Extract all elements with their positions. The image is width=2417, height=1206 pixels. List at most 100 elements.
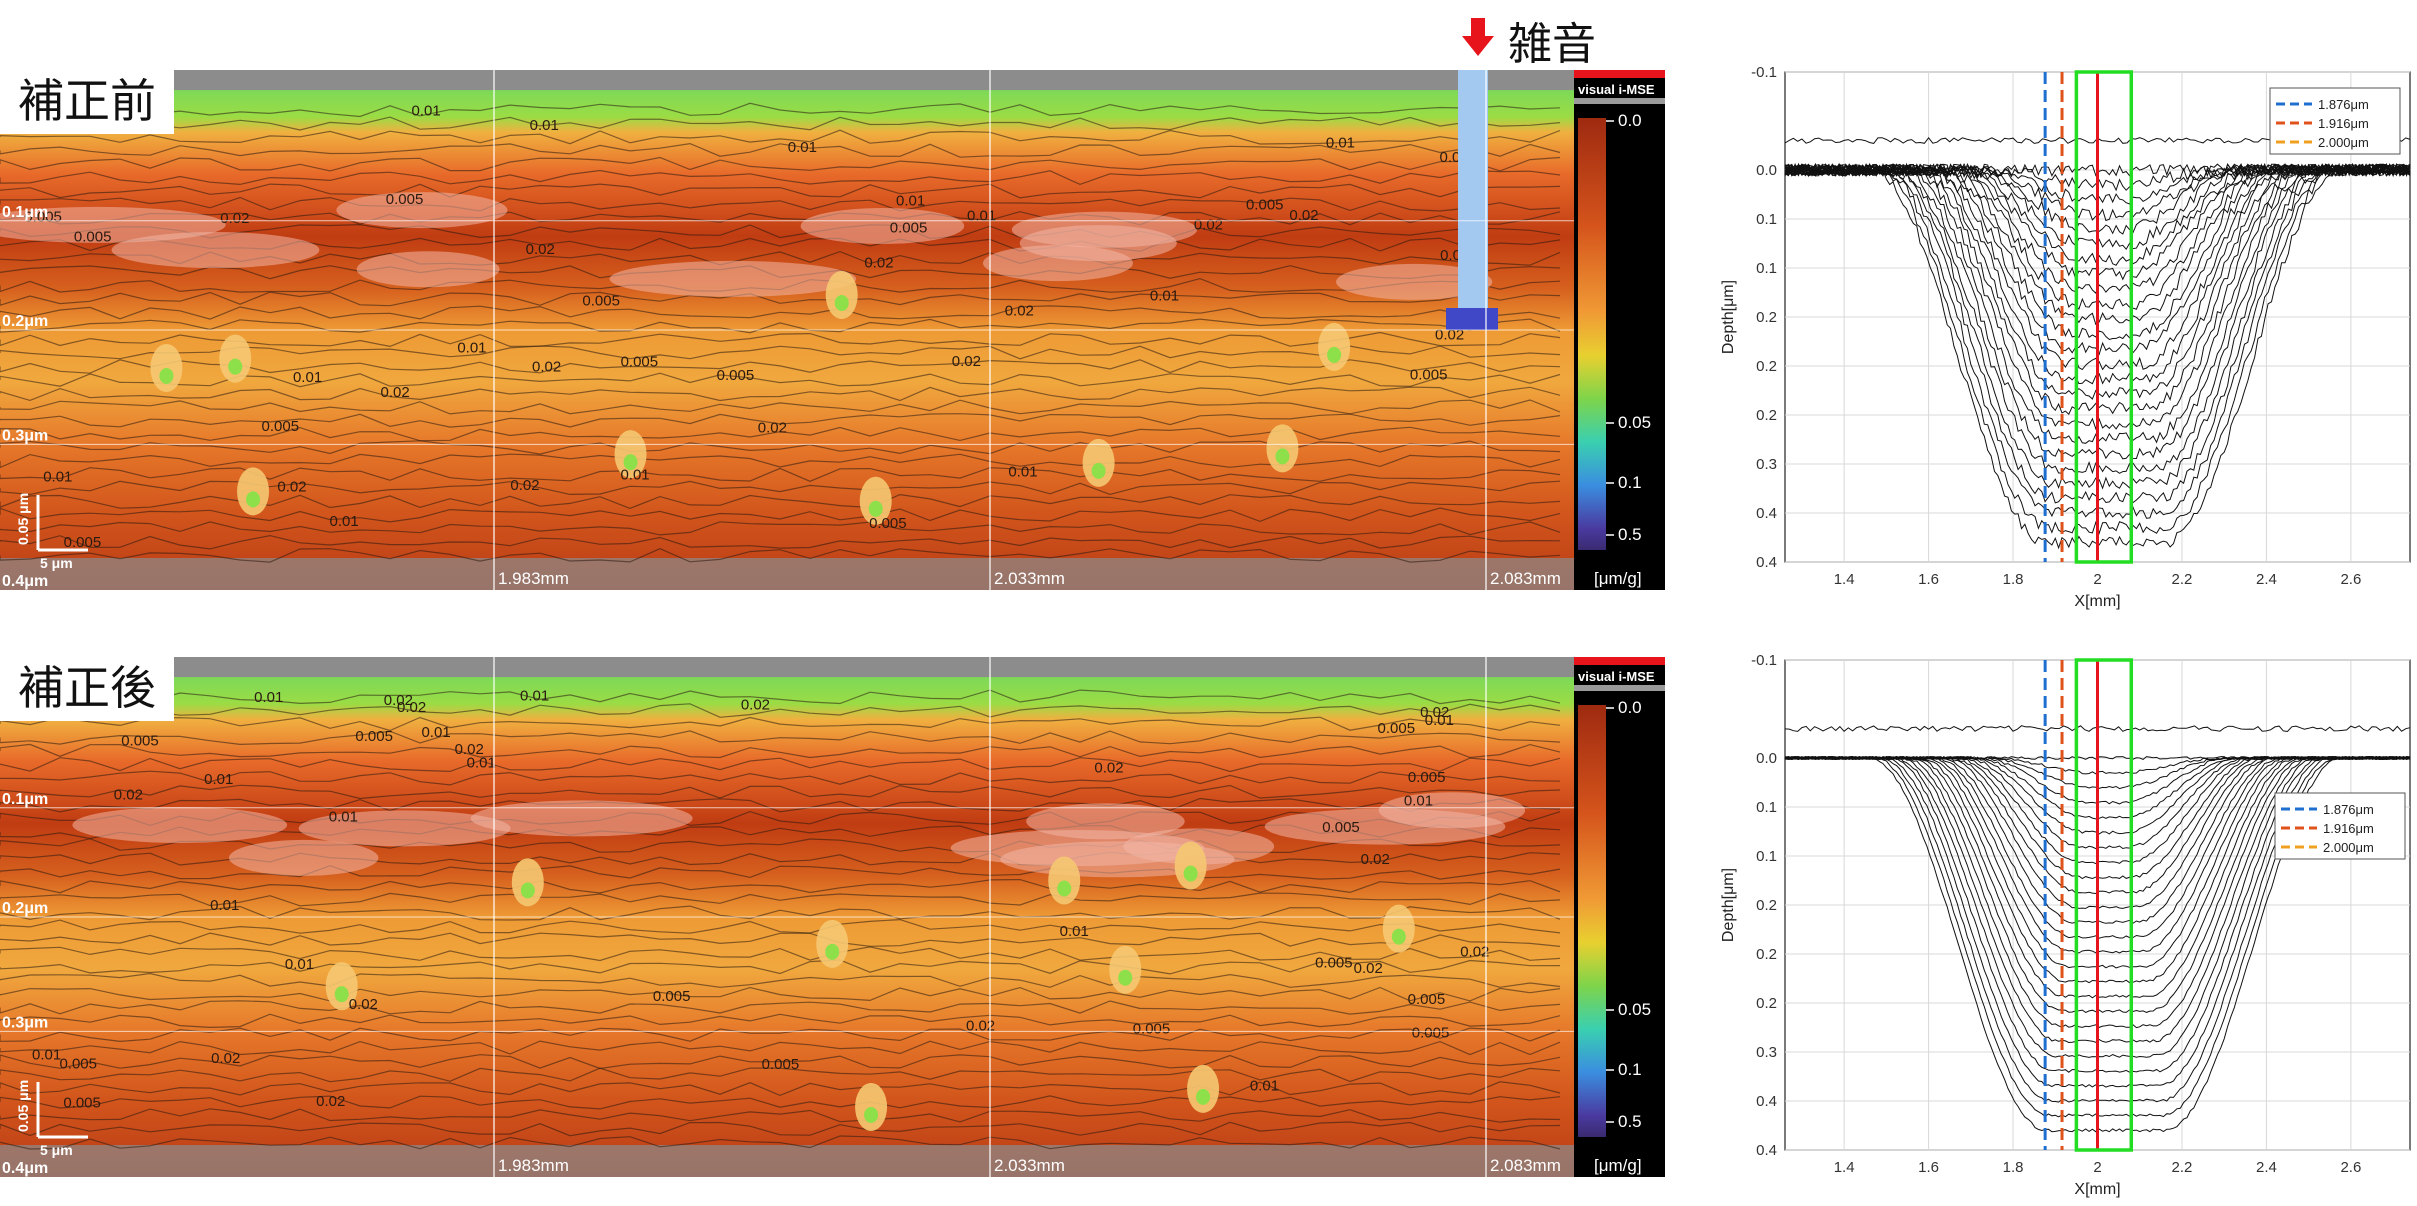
noise-spike-base	[1446, 308, 1498, 330]
y-tick-label: 0.4	[1756, 554, 1777, 571]
x-axis-label: X[mm]	[2074, 1181, 2120, 1198]
x-axis-label: X[mm]	[2074, 593, 2120, 610]
contour-value-label: 0.01	[1425, 712, 1454, 729]
colorbar-gradient	[1578, 705, 1606, 1137]
contour-value-label: 0.01	[254, 689, 283, 706]
feature-spot-core	[334, 986, 349, 1003]
depth-map: 0.02 0.01 0.005 0.02 0.01 0.005 0.02 0.01 0.005 0…	[0, 70, 1574, 590]
legend-entry: 1.876μm	[2318, 97, 2369, 112]
contour-value-label: 0.02	[758, 420, 787, 437]
scale-label-vertical: 0.05 μm	[15, 493, 31, 545]
colorbar-graphic: visual i-MSE 0.0 0.05 0.1 0.5 [μm/g]	[1574, 70, 1665, 588]
legend-entry: 1.916μm	[2318, 116, 2369, 131]
contour-value-label: 0.01	[1404, 792, 1433, 809]
x-tick-label: 2.2	[2172, 1159, 2193, 1176]
x-tick-label: 2.2	[2172, 571, 2193, 588]
contour-value-label: 0.02	[381, 384, 410, 401]
colorbar-graphic: visual i-MSE 0.0 0.05 0.1 0.5 [μm/g]	[1574, 657, 1665, 1175]
colorbar-gradient	[1578, 118, 1606, 550]
x-tick-label: 1.8	[2003, 1159, 2024, 1176]
contour-value-label: 0.02	[316, 1093, 345, 1110]
feature-spot-core	[1275, 448, 1290, 465]
contour-value-label: 0.005	[355, 728, 393, 745]
highlight-blob	[609, 260, 857, 297]
y-tick-label: 0.1	[1756, 799, 1777, 816]
contour-value-label: 0.02	[864, 255, 893, 272]
colorbar-top-stripe	[1574, 657, 1665, 665]
colorbar-tick-label: 0.5	[1618, 1112, 1642, 1131]
colorbar-tick-label: 0.05	[1618, 413, 1651, 432]
colorbar-tick-label: 0.5	[1618, 525, 1642, 544]
map-panel-before: 補正前 0.02 0.01 0.005 0.02 0.01 0.005 0.02 0.01 0.…	[0, 70, 1665, 590]
depth-tick-label: 0.1μm	[2, 204, 48, 221]
noise-spike	[1458, 70, 1488, 330]
feature-spot-core	[520, 882, 535, 899]
y-tick-label: 0.4	[1756, 1093, 1777, 1110]
y-tick-label: 0.3	[1756, 456, 1777, 473]
y-tick-label: 0.1	[1756, 848, 1777, 865]
contour-value-label: 0.02	[1460, 943, 1489, 960]
y-tick-label: 0.0	[1756, 750, 1777, 767]
contour-value-label: 0.01	[1150, 288, 1179, 305]
y-tick-label: 0.0	[1756, 162, 1777, 179]
contour-value-label: 0.005	[1412, 1024, 1450, 1041]
legend-entry: 2.000μm	[2323, 840, 2374, 855]
contour-value-label: 0.01	[285, 956, 314, 973]
contour-value-label: 0.01	[32, 1046, 61, 1063]
feature-spot-core	[1057, 880, 1072, 897]
contour-value-label: 0.01	[293, 369, 322, 386]
y-tick-label: 0.2	[1756, 897, 1777, 914]
contour-value-label: 0.005	[717, 367, 755, 384]
x-tick-label: 2.6	[2340, 1159, 2361, 1176]
x-tick-label: 1.6	[1918, 571, 1939, 588]
feature-spot	[855, 1082, 888, 1131]
contour-value-label: 0.01	[1326, 135, 1355, 152]
x-tick-label: 1.983mm	[498, 1156, 569, 1175]
map-bottom-band	[0, 558, 1574, 590]
contour-value-label: 0.01	[530, 117, 559, 134]
x-tick-label: 1.8	[2003, 571, 2024, 588]
y-tick-label: -0.1	[1751, 64, 1777, 81]
colorbar-tick-label: 0.0	[1618, 111, 1642, 130]
highlight-blob	[228, 839, 379, 876]
contour-value-label: 0.02	[1094, 760, 1123, 777]
contour-value-label: 0.02	[114, 787, 143, 804]
contour-value-label: 0.02	[741, 697, 770, 714]
x-tick-label: 2.033mm	[994, 1156, 1065, 1175]
x-tick-label: 1.4	[1834, 1159, 1855, 1176]
x-tick-label: 2	[2093, 1159, 2101, 1176]
contour-value-label: 0.01	[1250, 1077, 1279, 1094]
contour-value-label: 0.02	[966, 1018, 995, 1035]
depth-profile-plot-before: 1.4 1.6 1.8 2 2.2 2.4 2.6 -0.1 0.0 0.1 0.1 0.2 0.2 0.…	[1720, 64, 2411, 610]
y-tick-label: 0.1	[1756, 211, 1777, 228]
feature-spot-core	[1391, 928, 1406, 945]
contour-value-label: 0.01	[1008, 463, 1037, 480]
x-tick-label: 2	[2093, 571, 2101, 588]
contour-value-label: 0.005	[74, 229, 112, 246]
contour-value-label: 0.005	[262, 418, 300, 435]
brand-label: visual i-MSE	[1578, 82, 1655, 97]
contour-value-label: 0.02	[1354, 960, 1383, 977]
feature-spot-core	[1183, 865, 1198, 882]
colorbar-separator	[1574, 685, 1665, 691]
contour-value-label: 0.005	[1133, 1020, 1171, 1037]
depth-tick-label: 0.2μm	[2, 313, 48, 330]
depth-tick-label: 0.4μm	[2, 573, 48, 590]
feature-spot-core	[1196, 1088, 1211, 1105]
y-tick-label: 0.2	[1756, 309, 1777, 326]
panel-label: 補正後	[0, 657, 174, 721]
colorbar-top-stripe	[1574, 70, 1665, 78]
x-tick-label: 1.983mm	[498, 569, 569, 588]
contour-value-label: 0.02	[1289, 207, 1318, 224]
highlight-blob	[111, 232, 320, 269]
contour-value-label: 0.02	[510, 477, 539, 494]
contour-value-label: 0.01	[421, 724, 450, 741]
x-tick-label: 2.6	[2340, 571, 2361, 588]
contour-value-label: 0.01	[620, 467, 649, 484]
colorbar-tick-label: 0.0	[1618, 698, 1642, 717]
feature-spot-core	[246, 491, 261, 508]
contour-value-label: 0.01	[204, 771, 233, 788]
legend-entry: 2.000μm	[2318, 135, 2369, 150]
y-tick-label: 0.2	[1756, 946, 1777, 963]
contour-value-label: 0.01	[329, 513, 358, 530]
